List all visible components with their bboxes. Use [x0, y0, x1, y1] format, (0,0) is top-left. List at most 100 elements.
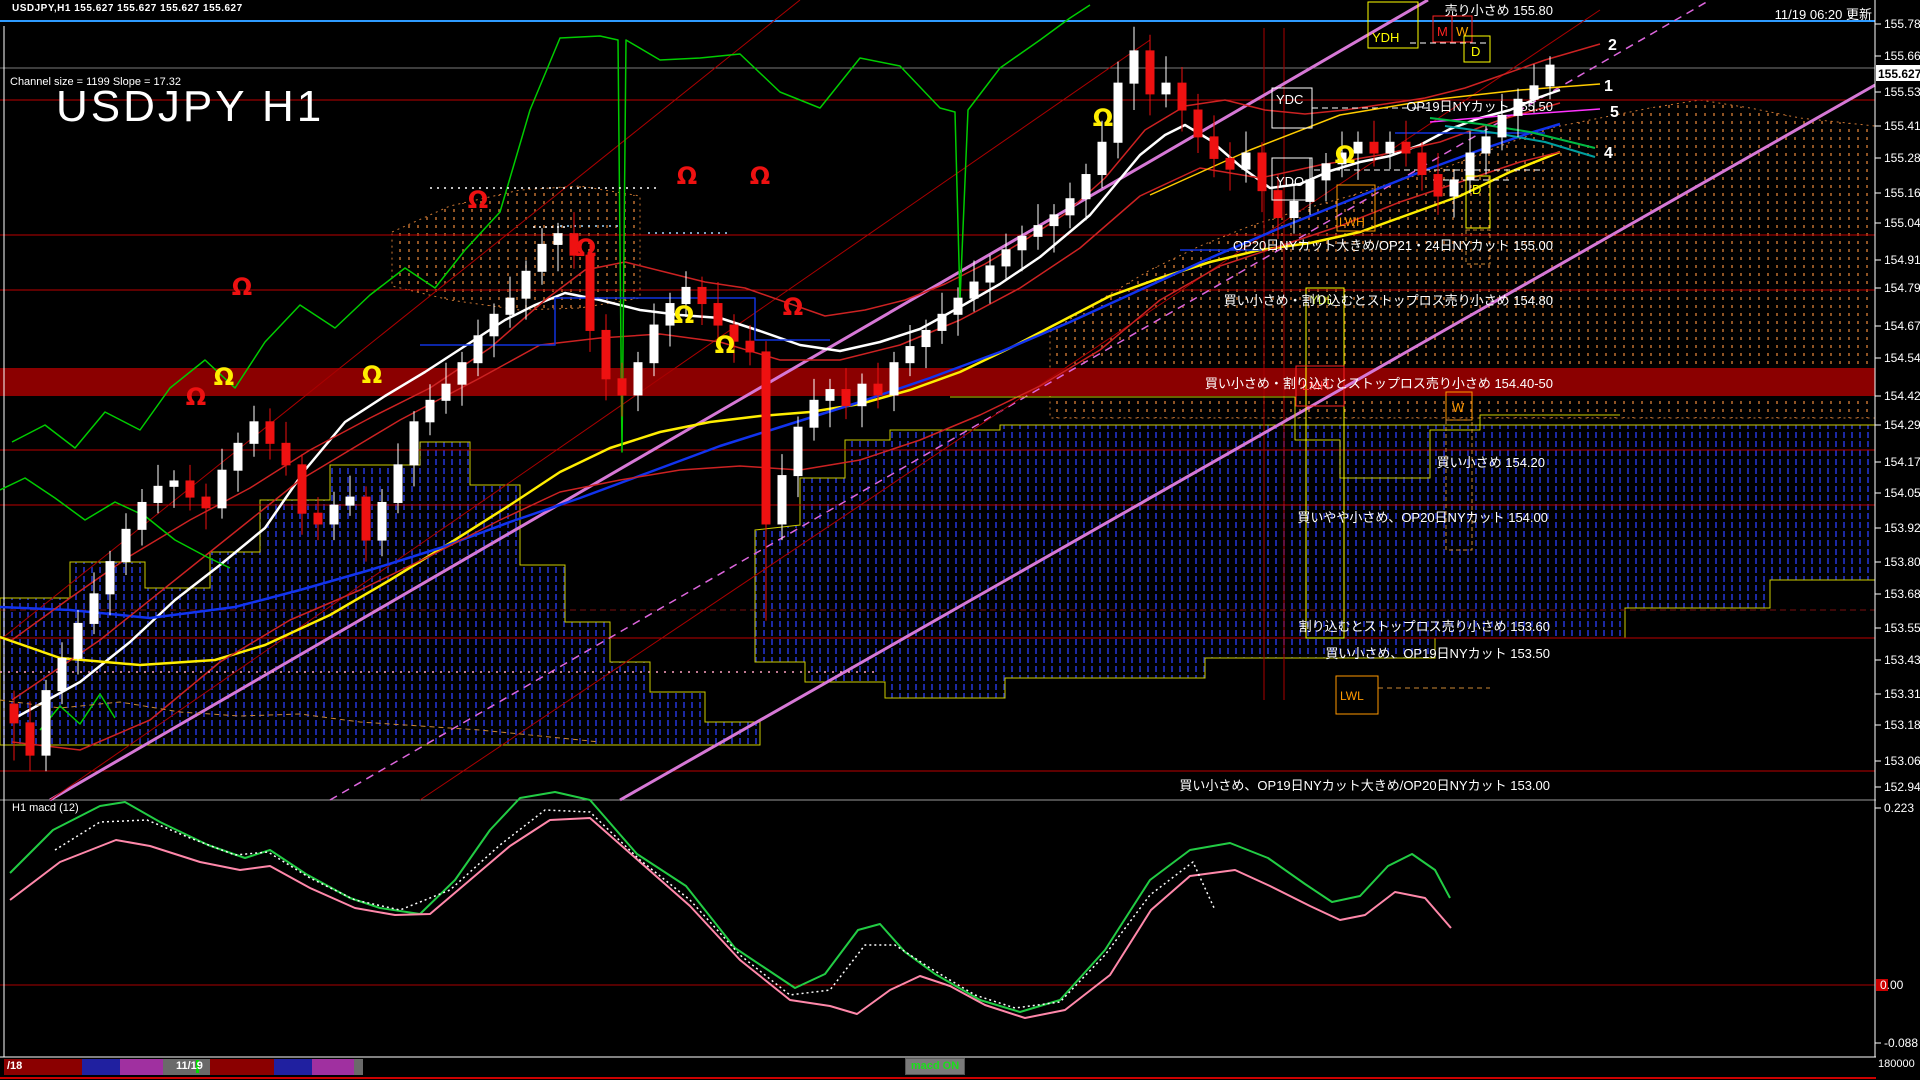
time-strip-segment — [82, 1059, 120, 1075]
candle — [170, 481, 178, 486]
axis-label: 153.925 — [1884, 521, 1920, 535]
annotation: 売り小さめ 155.80 — [1445, 3, 1553, 18]
candle — [586, 255, 594, 330]
candle — [74, 623, 82, 658]
box-label-YDO: YDO — [1276, 174, 1304, 189]
current-price-label: 155.627 — [1878, 67, 1920, 81]
axis-label: 154.295 — [1884, 418, 1920, 432]
candle — [1146, 51, 1154, 94]
candle — [1050, 215, 1058, 226]
axis-label: 155.040 — [1884, 216, 1920, 230]
candle — [1226, 158, 1234, 169]
axis-label: 155.660 — [1884, 49, 1920, 63]
candle — [314, 513, 322, 524]
axis-label: 153.060 — [1884, 754, 1920, 768]
macd-zero-label: 0.00 — [1880, 978, 1904, 992]
box-label-YDC: YDC — [1276, 92, 1303, 107]
candle — [442, 384, 450, 400]
candle — [490, 314, 498, 336]
axis-label: 154.050 — [1884, 486, 1920, 500]
candle — [474, 336, 482, 363]
candle — [810, 400, 818, 427]
annotation: 買い小さめ 154.20 — [1437, 455, 1545, 470]
candle — [218, 470, 226, 508]
axis-label: 155.780 — [1884, 17, 1920, 31]
box-label-M: M — [1437, 24, 1448, 39]
annotation: 買い小さめ、OP19日NYカット大きめ/OP20日NYカット 153.00 — [1179, 778, 1550, 793]
candle — [362, 497, 370, 540]
chart-canvas: ΩΩΩΩΩΩΩΩΩΩΩΩΩYDHMWDYDCYDOLWHDYDLLMHWLWL売… — [0, 0, 1920, 1080]
candle — [90, 594, 98, 624]
candle — [186, 481, 194, 497]
candle — [1274, 191, 1282, 218]
omega-marker: Ω — [674, 301, 694, 329]
omega-marker: Ω — [362, 361, 382, 389]
omega-marker: Ω — [715, 331, 735, 359]
box-label-W: W — [1456, 24, 1469, 39]
axis-label: 153.555 — [1884, 621, 1920, 635]
candle — [58, 658, 66, 690]
candle — [1322, 164, 1330, 180]
macd-indicator-label: H1 macd (12) — [12, 802, 79, 814]
candle — [1258, 153, 1266, 191]
candle — [378, 502, 386, 540]
candle — [1370, 142, 1378, 153]
candle — [1482, 137, 1490, 153]
axis-label: 0.223 — [1884, 801, 1914, 815]
macd-toggle-button[interactable]: macd ON — [905, 1058, 965, 1075]
cloud-orange — [392, 186, 640, 310]
macd-signal — [10, 818, 1451, 1018]
candle — [1306, 180, 1314, 202]
annotation: 買い小さめ・割り込むとストップロス売り小さめ 154.40-50 — [1205, 376, 1553, 391]
candle — [890, 363, 898, 395]
candle — [1162, 83, 1170, 94]
candle — [1418, 153, 1426, 175]
annotation: 買い小さめ・割り込むとストップロス売り小さめ 154.80 — [1224, 293, 1553, 308]
chart-watermark-title: USDJPY H1 — [56, 82, 324, 132]
candle — [618, 379, 626, 395]
green-lo-envelope — [0, 478, 230, 568]
volume-scale-label: 180000 — [1878, 1058, 1915, 1070]
candle — [714, 304, 722, 326]
candle — [1450, 180, 1458, 196]
omega-marker: Ω — [468, 186, 488, 214]
candle — [666, 304, 674, 326]
candle — [1018, 236, 1026, 249]
candle — [330, 505, 338, 524]
candle — [1066, 199, 1074, 215]
candle — [1178, 83, 1186, 110]
time-strip-segment — [274, 1059, 312, 1075]
omega-marker: Ω — [576, 234, 596, 262]
box-label-W: W — [1452, 400, 1465, 415]
axis-label: 153.800 — [1884, 555, 1920, 569]
candle — [1386, 142, 1394, 153]
candle — [1434, 175, 1442, 197]
axis-label: 155.535 — [1884, 85, 1920, 99]
candle — [1546, 65, 1554, 86]
axis-label: 154.670 — [1884, 319, 1920, 333]
box-label-D: D — [1472, 182, 1481, 197]
candle — [298, 465, 306, 513]
axis-label: 154.420 — [1884, 389, 1920, 403]
candle — [842, 390, 850, 406]
candle — [650, 325, 658, 363]
box-label-YDH: YDH — [1372, 30, 1399, 45]
candle — [554, 234, 562, 245]
candle — [1034, 226, 1042, 237]
candle — [970, 282, 978, 298]
macd-main — [10, 792, 1450, 1012]
annotation: OP19日NYカット 155.50 — [1406, 99, 1553, 114]
omega-marker: Ω — [232, 273, 252, 301]
candle — [1082, 175, 1090, 199]
candle — [138, 502, 146, 529]
candle — [1402, 142, 1410, 153]
candle — [106, 562, 114, 594]
update-timestamp: 11/19 06:20 更新 — [1775, 4, 1872, 23]
candle — [1290, 201, 1298, 217]
annotation: 割り込むとストップロス売り小さめ 153.60 — [1299, 619, 1550, 634]
omega-marker: Ω — [214, 363, 234, 391]
time-strip-segment — [354, 1059, 363, 1075]
omega-marker: Ω — [783, 293, 803, 321]
axis-label: 155.165 — [1884, 186, 1920, 200]
candle — [458, 363, 466, 385]
